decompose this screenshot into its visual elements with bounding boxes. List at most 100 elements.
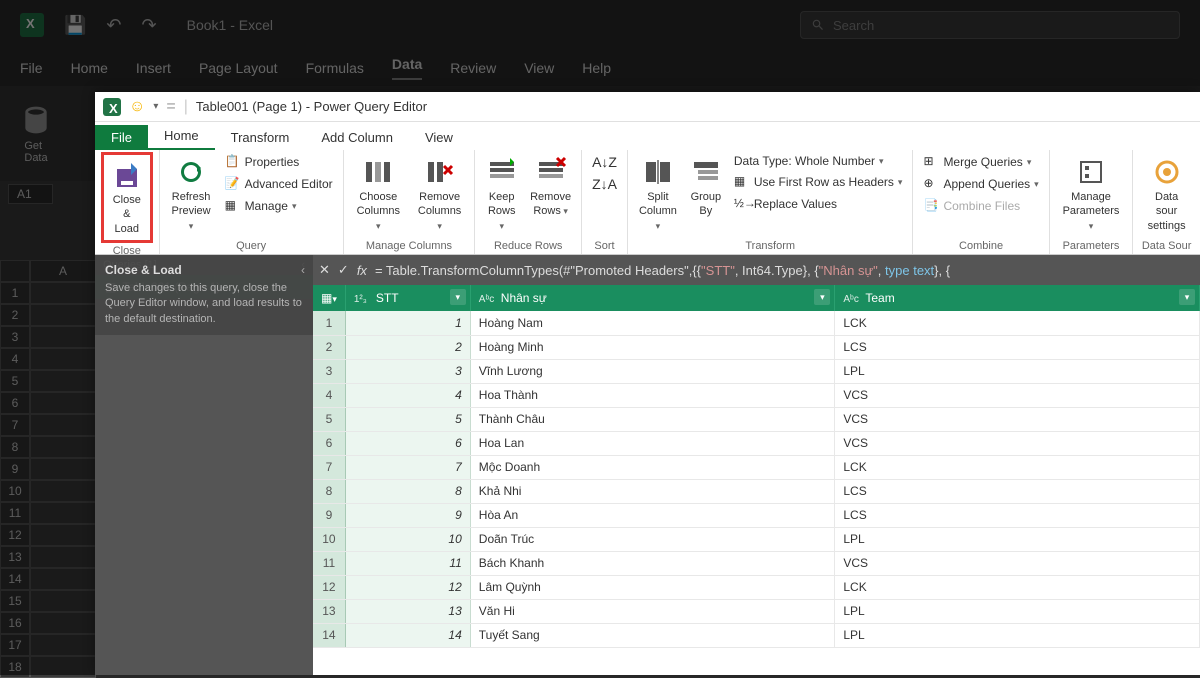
cell-nhansu[interactable]: Bách Khanh	[470, 551, 835, 575]
row-header[interactable]: 5	[0, 370, 30, 392]
data-type-button[interactable]: Data Type: Whole Number	[730, 152, 907, 170]
manage-parameters-button[interactable]: Manage Parameters	[1056, 152, 1127, 237]
cell[interactable]	[30, 326, 96, 348]
cell-nhansu[interactable]: Lâm Quỳnh	[470, 575, 835, 599]
tab-insert[interactable]: Insert	[136, 60, 171, 76]
row-header[interactable]: 10	[0, 480, 30, 502]
cell-nhansu[interactable]: Khả Nhi	[470, 479, 835, 503]
cell-team[interactable]: LPL	[835, 359, 1200, 383]
table-row[interactable]: 8 8 Khả Nhi LCS	[313, 479, 1200, 503]
replace-values-button[interactable]: ½→Replace Values	[730, 194, 907, 214]
row-header[interactable]: 15	[0, 590, 30, 612]
first-row-headers-button[interactable]: ▦Use First Row as Headers	[730, 172, 907, 192]
row-number[interactable]: 7	[313, 455, 345, 479]
cell-stt[interactable]: 10	[345, 527, 470, 551]
tab-help[interactable]: Help	[582, 60, 611, 76]
cell-team[interactable]: VCS	[835, 551, 1200, 575]
row-header[interactable]: 4	[0, 348, 30, 370]
cell[interactable]	[30, 546, 96, 568]
table-row[interactable]: 2 2 Hoàng Minh LCS	[313, 335, 1200, 359]
tab-formulas[interactable]: Formulas	[306, 60, 364, 76]
row-number[interactable]: 9	[313, 503, 345, 527]
table-row[interactable]: 12 12 Lâm Quỳnh LCK	[313, 575, 1200, 599]
row-number[interactable]: 4	[313, 383, 345, 407]
filter-icon[interactable]	[1179, 289, 1195, 305]
cell-nhansu[interactable]: Hòa An	[470, 503, 835, 527]
keep-rows-button[interactable]: Keep Rows	[481, 152, 522, 237]
tab-home[interactable]: Home	[71, 60, 108, 76]
cell-stt[interactable]: 14	[345, 623, 470, 647]
cell-stt[interactable]: 4	[345, 383, 470, 407]
table-row[interactable]: 3 3 Vĩnh Lương LPL	[313, 359, 1200, 383]
merge-queries-button[interactable]: ⊞Merge Queries	[919, 152, 1042, 172]
cell-nhansu[interactable]: Văn Hi	[470, 599, 835, 623]
cell[interactable]	[30, 414, 96, 436]
tab-review[interactable]: Review	[450, 60, 496, 76]
cell[interactable]	[30, 634, 96, 656]
cell-nhansu[interactable]: Tuyết Sang	[470, 623, 835, 647]
cell-team[interactable]: LCK	[835, 575, 1200, 599]
row-number[interactable]: 11	[313, 551, 345, 575]
accept-formula-icon[interactable]: ✓	[338, 262, 349, 278]
cell-nhansu[interactable]: Mộc Doanh	[470, 455, 835, 479]
row-index-header[interactable]: ▦▾	[313, 285, 345, 311]
cell-team[interactable]: LCK	[835, 455, 1200, 479]
row-header[interactable]: 16	[0, 612, 30, 634]
cell-team[interactable]: LPL	[835, 599, 1200, 623]
cell-nhansu[interactable]: Vĩnh Lương	[470, 359, 835, 383]
table-row[interactable]: 5 5 Thành Châu VCS	[313, 407, 1200, 431]
split-column-button[interactable]: Split Column	[634, 152, 682, 237]
cell-nhansu[interactable]: Hoàng Nam	[470, 311, 835, 335]
pq-tab-view[interactable]: View	[409, 125, 469, 150]
remove-rows-button[interactable]: Remove Rows	[526, 152, 575, 223]
smiley-icon[interactable]: ☺	[129, 98, 145, 116]
table-row[interactable]: 7 7 Mộc Doanh LCK	[313, 455, 1200, 479]
remove-columns-button[interactable]: Remove Columns	[411, 152, 468, 237]
cell[interactable]	[30, 502, 96, 524]
row-number[interactable]: 13	[313, 599, 345, 623]
col-header-nhansu[interactable]: AᵇcNhân sự	[470, 285, 835, 311]
cell-stt[interactable]: 7	[345, 455, 470, 479]
formula-bar[interactable]: ✕ ✓ fx = Table.TransformColumnTypes(#"Pr…	[313, 255, 1200, 285]
cell-stt[interactable]: 6	[345, 431, 470, 455]
row-header[interactable]: 13	[0, 546, 30, 568]
col-header-stt[interactable]: 1²₃STT	[345, 285, 470, 311]
col-header-team[interactable]: AᵇcTeam	[835, 285, 1200, 311]
cell-stt[interactable]: 13	[345, 599, 470, 623]
row-header[interactable]: 8	[0, 436, 30, 458]
row-header[interactable]: 17	[0, 634, 30, 656]
cell-nhansu[interactable]: Doãn Trúc	[470, 527, 835, 551]
cell-nhansu[interactable]: Hoàng Minh	[470, 335, 835, 359]
table-row[interactable]: 10 10 Doãn Trúc LPL	[313, 527, 1200, 551]
table-row[interactable]: 9 9 Hòa An LCS	[313, 503, 1200, 527]
cell-stt[interactable]: 3	[345, 359, 470, 383]
row-header[interactable]: 6	[0, 392, 30, 414]
cell[interactable]	[30, 304, 96, 326]
table-row[interactable]: 13 13 Văn Hi LPL	[313, 599, 1200, 623]
save-icon[interactable]: 💾	[64, 15, 86, 36]
row-number[interactable]: 2	[313, 335, 345, 359]
cell-nhansu[interactable]: Hoa Thành	[470, 383, 835, 407]
cell-team[interactable]: VCS	[835, 383, 1200, 407]
properties-button[interactable]: 📋Properties	[221, 152, 337, 172]
row-header[interactable]: 2	[0, 304, 30, 326]
group-by-button[interactable]: Group By	[686, 152, 726, 223]
tab-file[interactable]: File	[20, 60, 43, 76]
row-number[interactable]: 10	[313, 527, 345, 551]
close-and-load-button[interactable]: Close & Load	[101, 152, 153, 243]
cell-nhansu[interactable]: Thành Châu	[470, 407, 835, 431]
cell-nhansu[interactable]: Hoa Lan	[470, 431, 835, 455]
tab-data[interactable]: Data	[392, 56, 422, 80]
manage-button[interactable]: ▦Manage	[221, 196, 337, 216]
undo-icon[interactable]: ↶	[106, 15, 121, 36]
cell[interactable]	[30, 370, 96, 392]
redo-icon[interactable]: ↷	[142, 15, 157, 36]
row-number[interactable]: 14	[313, 623, 345, 647]
row-header[interactable]: 12	[0, 524, 30, 546]
cell[interactable]	[30, 348, 96, 370]
row-number[interactable]: 3	[313, 359, 345, 383]
table-row[interactable]: 6 6 Hoa Lan VCS	[313, 431, 1200, 455]
cell[interactable]	[30, 612, 96, 634]
refresh-preview-button[interactable]: Refresh Preview	[166, 152, 217, 237]
cell-team[interactable]: LPL	[835, 623, 1200, 647]
